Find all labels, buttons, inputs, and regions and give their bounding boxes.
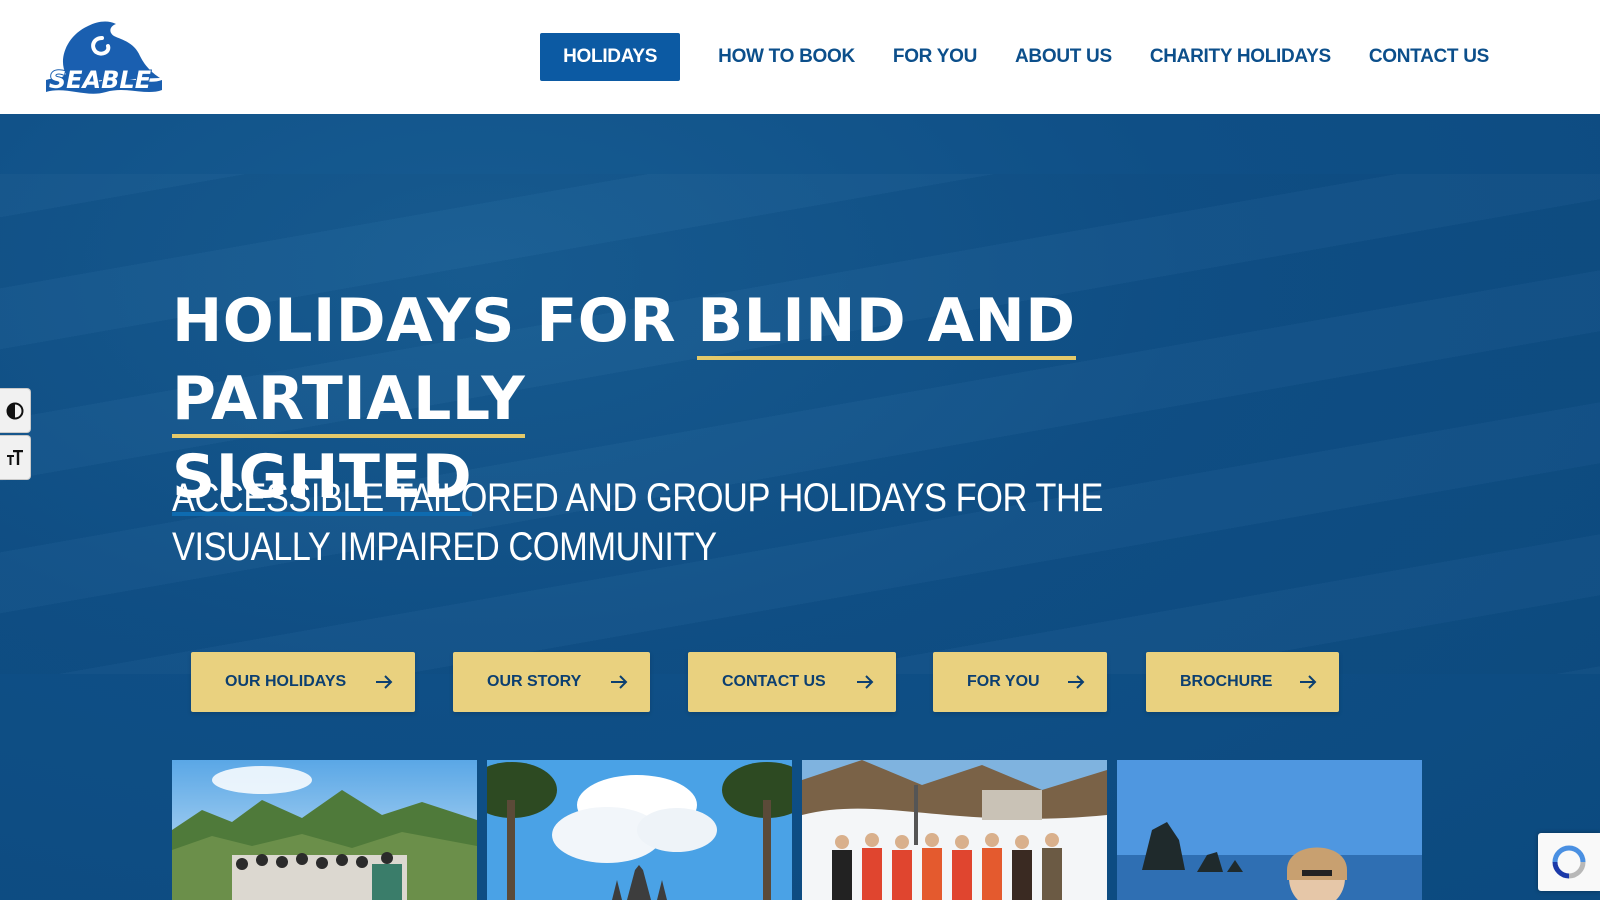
photo-ski-group[interactable] bbox=[802, 760, 1107, 900]
our-story-button[interactable]: OUR STORY bbox=[453, 652, 650, 712]
contact-us-button[interactable]: CONTACT US bbox=[688, 652, 896, 712]
button-label: OUR HOLIDAYS bbox=[225, 673, 347, 690]
button-label: CONTACT US bbox=[722, 673, 826, 690]
text-size-toggle[interactable] bbox=[0, 435, 31, 480]
photo-strip bbox=[172, 760, 1422, 900]
button-label: BROCHURE bbox=[1180, 673, 1273, 690]
recaptcha-icon bbox=[1552, 845, 1586, 879]
arrow-right-icon bbox=[611, 675, 628, 689]
site-header: SEABLE HOLIDAYS HOW TO BOOK FOR YOU ABOU… bbox=[0, 0, 1600, 114]
hero-subtitle: ACCESSIBLE TAILORED AND GROUP HOLIDAYS F… bbox=[172, 476, 1103, 569]
contrast-toggle[interactable] bbox=[0, 388, 31, 433]
photo-temple-palms[interactable] bbox=[487, 760, 792, 900]
button-label: OUR STORY bbox=[487, 673, 582, 690]
nav-holidays[interactable]: HOLIDAYS bbox=[540, 33, 681, 81]
arrow-right-icon bbox=[1068, 675, 1085, 689]
arrow-right-icon bbox=[1300, 675, 1317, 689]
arrow-right-icon bbox=[857, 675, 874, 689]
main-nav: HOLIDAYS HOW TO BOOK FOR YOU ABOUT US CH… bbox=[540, 33, 1508, 81]
hero-section: HOLIDAYS FOR BLIND AND PARTIALLY SIGHTED … bbox=[0, 114, 1600, 900]
brochure-button[interactable]: BROCHURE bbox=[1146, 652, 1339, 712]
our-holidays-button[interactable]: OUR HOLIDAYS bbox=[191, 652, 415, 712]
nav-charity-holidays[interactable]: CHARITY HOLIDAYS bbox=[1131, 33, 1350, 81]
button-label: FOR YOU bbox=[967, 673, 1040, 690]
photo-sea-stacks[interactable] bbox=[1117, 760, 1422, 900]
contrast-icon bbox=[6, 402, 24, 419]
nav-for-you[interactable]: FOR YOU bbox=[874, 33, 996, 81]
logo-wordmark: SEABLE bbox=[49, 66, 152, 94]
photo-group-mountain[interactable] bbox=[172, 760, 477, 900]
nav-how-to-book[interactable]: HOW TO BOOK bbox=[699, 33, 874, 81]
nav-contact-us[interactable]: CONTACT US bbox=[1350, 33, 1508, 81]
hero-title-lead: HOLIDAYS FOR bbox=[172, 286, 698, 356]
cta-row: OUR HOLIDAYS OUR STORY CONTACT US FOR YO… bbox=[0, 652, 1600, 714]
arrow-right-icon bbox=[376, 675, 393, 689]
seable-logo[interactable]: SEABLE bbox=[36, 16, 164, 98]
nav-about-us[interactable]: ABOUT US bbox=[996, 33, 1131, 81]
recaptcha-badge[interactable] bbox=[1538, 833, 1600, 891]
for-you-button[interactable]: FOR YOU bbox=[933, 652, 1107, 712]
text-size-icon bbox=[7, 449, 23, 465]
